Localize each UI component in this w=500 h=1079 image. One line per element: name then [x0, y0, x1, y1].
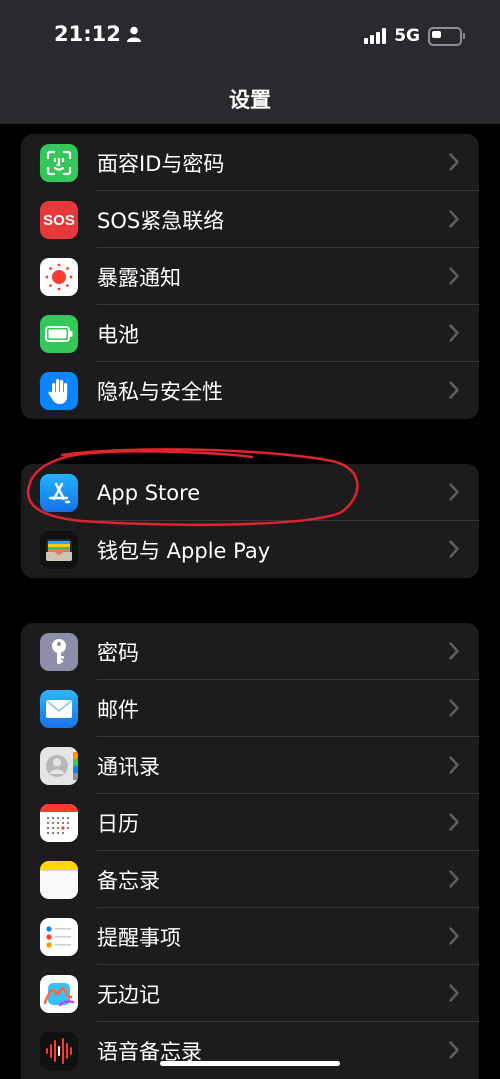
settings-group-security: 面容ID与密码 SOS SOS紧急联络 暴露通知 电池 隐私与安全性: [21, 134, 479, 419]
settings-row-label: App Store: [97, 480, 201, 505]
wallet-icon: [40, 531, 78, 569]
battery-status-icon: [428, 26, 465, 46]
chevron-right-icon: [449, 870, 459, 888]
chevron-right-icon: [449, 984, 459, 1002]
settings-row-label: 提醒事项: [97, 925, 181, 950]
sos-icon: SOS: [40, 201, 78, 239]
settings-row-sos[interactable]: SOS SOS紧急联络: [21, 191, 479, 248]
face-id-icon: [40, 144, 78, 182]
chevron-right-icon: [449, 642, 459, 660]
reminders-icon: [40, 918, 78, 956]
person-icon: [126, 26, 141, 42]
settings-row-freeform[interactable]: 无边记: [21, 965, 479, 1022]
network-type: 5G: [394, 26, 420, 46]
settings-row-voice-memos[interactable]: 语音备忘录: [21, 1022, 479, 1079]
hand-icon: [40, 372, 78, 410]
settings-row-mail[interactable]: 邮件: [21, 680, 479, 737]
settings-row-notes[interactable]: 备忘录: [21, 851, 479, 908]
settings-row-battery[interactable]: 电池: [21, 305, 479, 362]
settings-row-label: 无边记: [97, 982, 160, 1007]
settings-row-label: 密码: [97, 640, 139, 665]
chevron-right-icon: [449, 324, 459, 342]
voice-memos-icon: [40, 1032, 78, 1070]
chevron-right-icon: [449, 1041, 459, 1059]
status-time-group: 21:12: [54, 22, 141, 46]
chevron-right-icon: [449, 813, 459, 831]
settings-row-face-id[interactable]: 面容ID与密码: [21, 134, 479, 191]
settings-row-label: 面容ID与密码: [97, 151, 225, 176]
mail-icon: [40, 690, 78, 728]
settings-row-label: 钱包与 Apple Pay: [97, 538, 271, 563]
chevron-right-icon: [449, 756, 459, 774]
battery-icon: [40, 315, 78, 353]
cellular-signal-icon: [364, 28, 387, 44]
settings-group-store: App Store 钱包与 Apple Pay: [21, 464, 479, 578]
chevron-right-icon: [449, 699, 459, 717]
settings-row-reminders[interactable]: 提醒事项: [21, 908, 479, 965]
freeform-icon: [40, 975, 78, 1013]
settings-row-label: 邮件: [97, 697, 139, 722]
settings-group-apps: 密码 邮件 通讯录 日历 备忘录 提醒事项 无边记 语音备忘录: [21, 623, 479, 1079]
navigation-header: 21:12 5G 设置: [0, 0, 500, 124]
chevron-right-icon: [449, 483, 459, 501]
status-time: 21:12: [54, 22, 121, 46]
settings-row-exposure[interactable]: 暴露通知: [21, 248, 479, 305]
key-icon: [40, 633, 78, 671]
notes-icon: [40, 861, 78, 899]
settings-row-wallet[interactable]: 钱包与 Apple Pay: [21, 521, 479, 578]
home-indicator[interactable]: [160, 1061, 340, 1066]
chevron-right-icon: [449, 210, 459, 228]
settings-row-privacy[interactable]: 隐私与安全性: [21, 362, 479, 419]
settings-row-label: 备忘录: [97, 868, 160, 893]
settings-row-label: 隐私与安全性: [97, 379, 223, 404]
app-store-icon: [40, 474, 78, 512]
chevron-right-icon: [449, 267, 459, 285]
chevron-right-icon: [449, 381, 459, 399]
contacts-icon: [40, 747, 78, 785]
sos-badge-text: SOS: [43, 211, 75, 229]
settings-row-label: 电池: [97, 322, 139, 347]
calendar-icon: [40, 804, 78, 842]
settings-row-label: 暴露通知: [97, 265, 181, 290]
chevron-right-icon: [449, 540, 459, 558]
settings-row-passwords[interactable]: 密码: [21, 623, 479, 680]
settings-row-calendar[interactable]: 日历: [21, 794, 479, 851]
chevron-right-icon: [449, 153, 459, 171]
exposure-notification-icon: [40, 258, 78, 296]
chevron-right-icon: [449, 927, 459, 945]
settings-row-contacts[interactable]: 通讯录: [21, 737, 479, 794]
settings-row-label: 通讯录: [97, 754, 160, 779]
status-indicators: 5G: [364, 26, 465, 46]
settings-row-app-store[interactable]: App Store: [21, 464, 479, 521]
settings-row-label: 日历: [97, 811, 139, 836]
settings-row-label: SOS紧急联络: [97, 208, 225, 233]
page-title: 设置: [229, 88, 271, 112]
